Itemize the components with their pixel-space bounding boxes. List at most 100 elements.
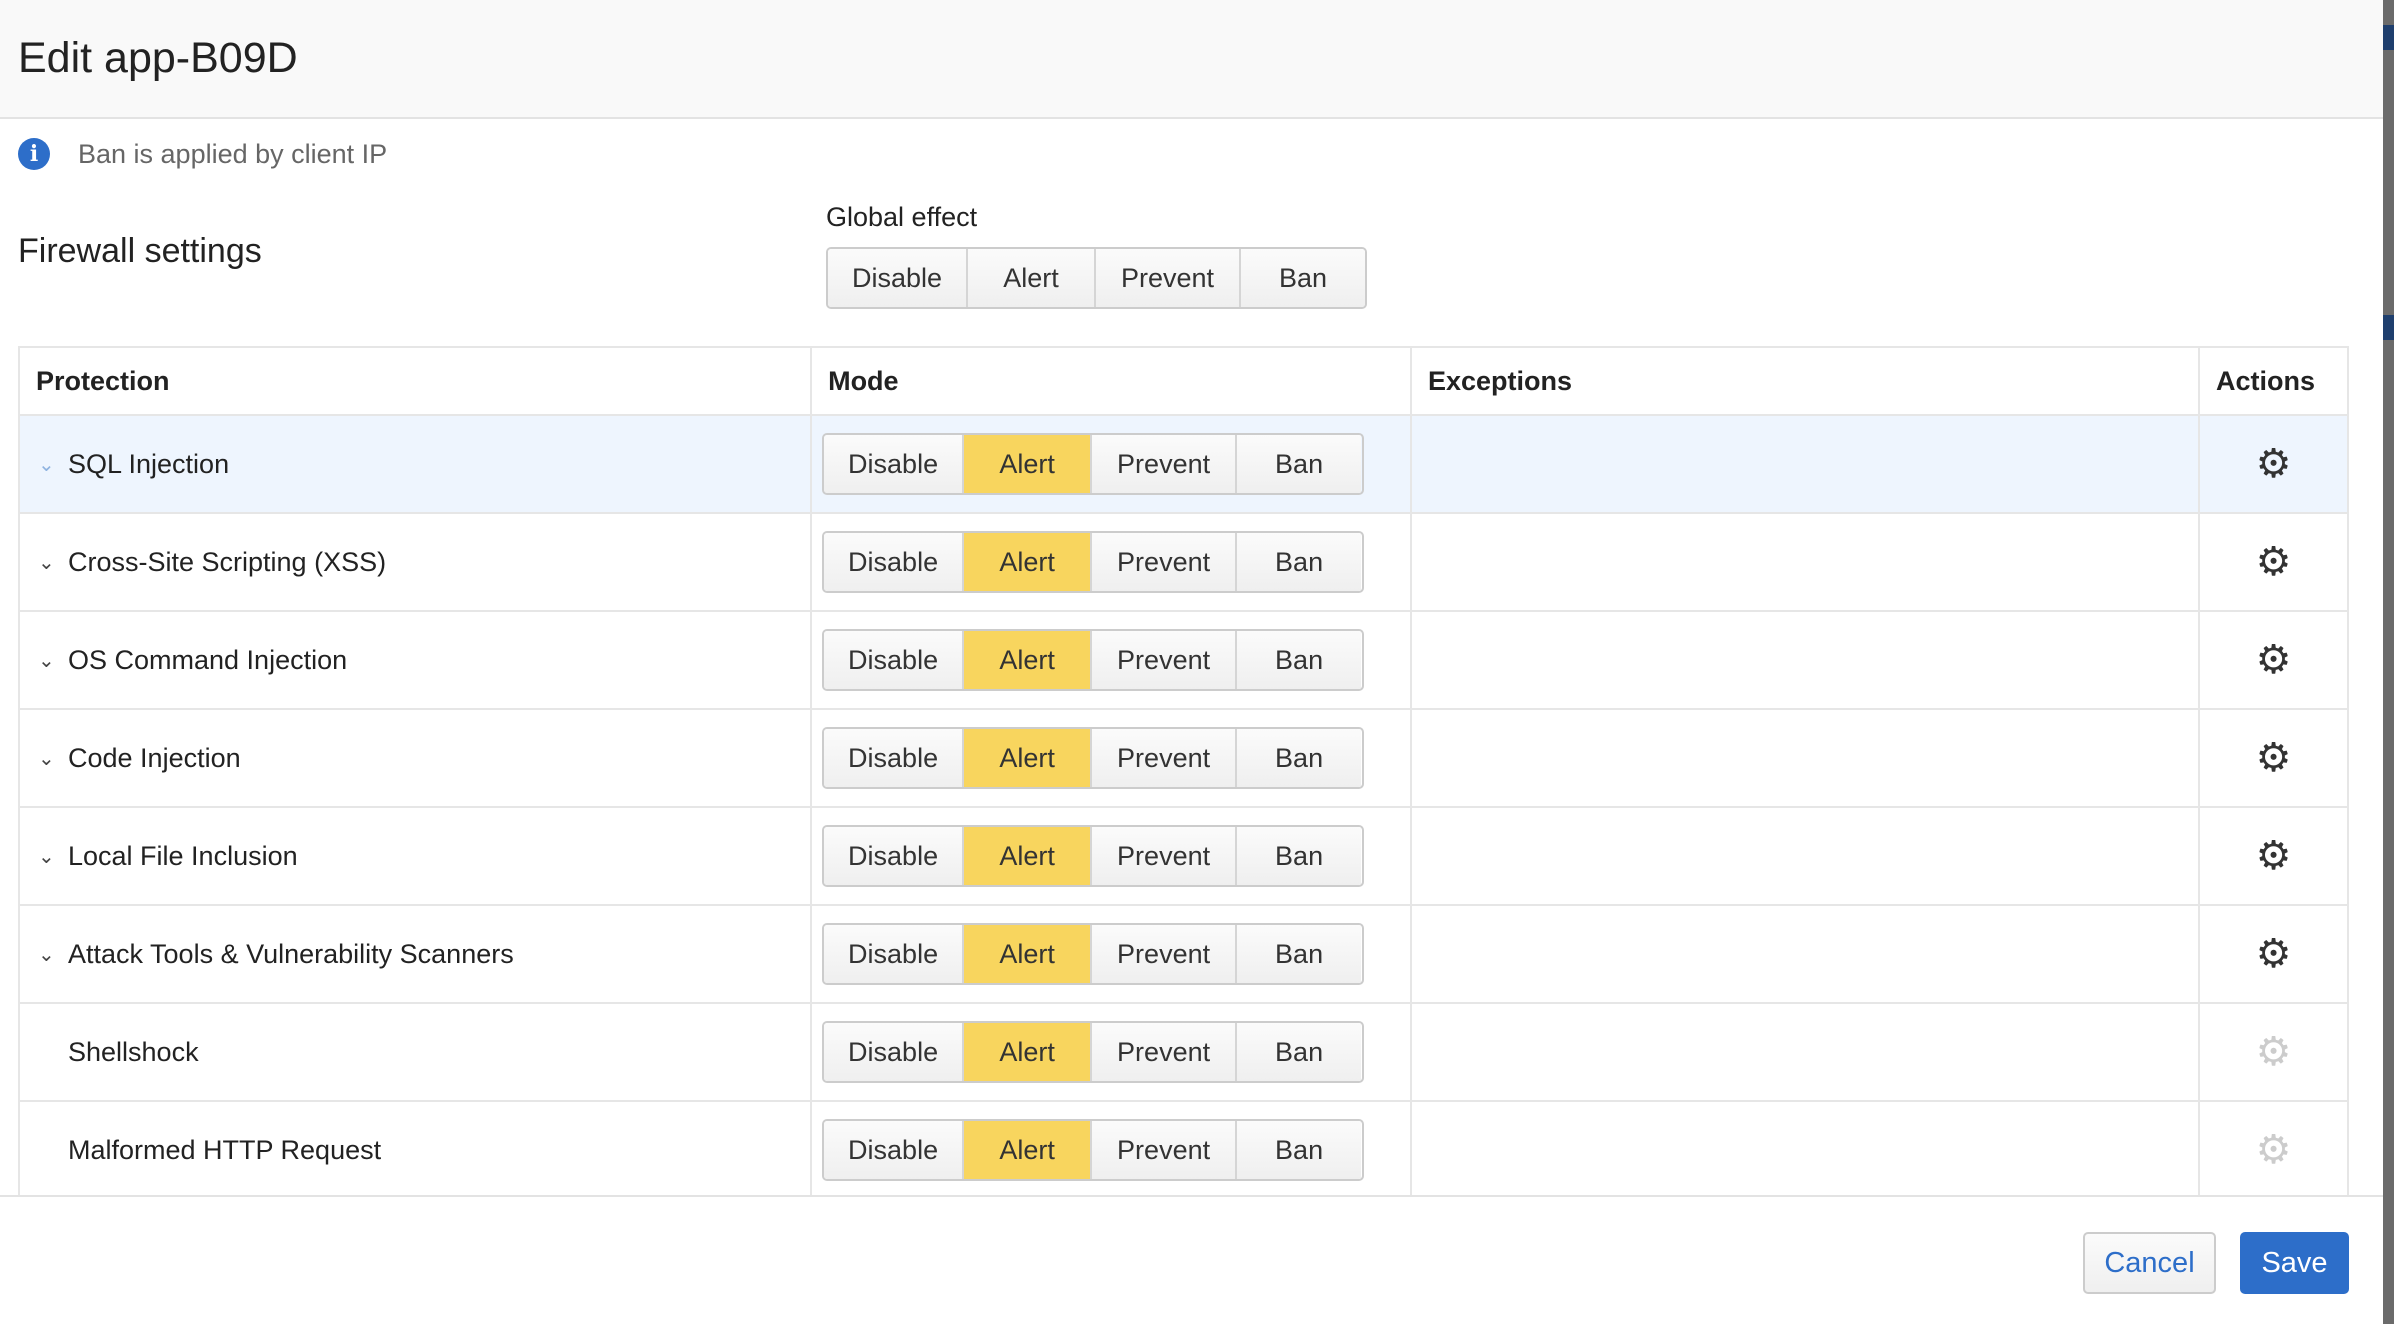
mode-option-alert[interactable]: Alert	[964, 1023, 1093, 1081]
mode-option-alert[interactable]: Alert	[964, 435, 1093, 493]
column-header-exceptions: Exceptions	[1409, 346, 2201, 416]
exceptions-cell	[1409, 414, 2201, 514]
global-prevent-button[interactable]: Prevent	[1096, 249, 1241, 307]
protection-name: SQL Injection	[68, 448, 230, 479]
mode-option-alert[interactable]: Alert	[964, 827, 1093, 885]
column-header-protection: Protection	[17, 346, 813, 416]
mode-option-ban[interactable]: Ban	[1237, 827, 1362, 885]
protection-name: Cross-Site Scripting (XSS)	[68, 546, 387, 577]
exceptions-cell	[1409, 904, 2201, 1004]
mode-option-alert[interactable]: Alert	[964, 729, 1093, 787]
table-row: ⌄ Local File Inclusion Disable Alert Preve…	[17, 806, 2349, 906]
mode-option-prevent[interactable]: Prevent	[1092, 925, 1238, 983]
chevron-down-icon[interactable]: ⌄	[38, 648, 68, 673]
mode-selector: Disable Alert Prevent Ban	[822, 433, 1365, 495]
mode-option-alert[interactable]: Alert	[964, 925, 1093, 983]
mode-option-ban[interactable]: Ban	[1237, 1121, 1362, 1179]
gear-icon[interactable]: ⚙	[2198, 414, 2349, 514]
mode-option-disable[interactable]: Disable	[824, 533, 965, 591]
mode-option-prevent[interactable]: Prevent	[1092, 435, 1238, 493]
modal-footer: Cancel Save	[0, 1195, 2383, 1324]
exceptions-cell	[1409, 1100, 2201, 1200]
mode-option-ban[interactable]: Ban	[1237, 1023, 1362, 1081]
cancel-button[interactable]: Cancel	[2083, 1232, 2216, 1294]
mode-option-disable[interactable]: Disable	[824, 827, 965, 885]
mode-selector: Disable Alert Prevent Ban	[822, 923, 1365, 985]
mode-selector: Disable Alert Prevent Ban	[822, 825, 1365, 887]
table-row: Shellshock Disable Alert Prevent Ban ⚙	[17, 1002, 2349, 1102]
mode-option-alert[interactable]: Alert	[964, 631, 1093, 689]
table-row: ⌄ Attack Tools & Vulnerability Scanners …	[17, 904, 2349, 1004]
mode-option-ban[interactable]: Ban	[1237, 435, 1362, 493]
page-backdrop	[2383, 0, 2394, 1324]
mode-option-prevent[interactable]: Prevent	[1092, 631, 1238, 689]
chevron-down-icon[interactable]: ⌄	[38, 550, 68, 575]
modal-title: Edit app-B09D	[18, 34, 298, 82]
protection-name: Attack Tools & Vulnerability Scanners	[68, 938, 514, 969]
save-button[interactable]: Save	[2240, 1232, 2349, 1294]
global-effect-selector: Disable Alert Prevent Ban	[826, 247, 1367, 309]
protection-name: Local File Inclusion	[68, 840, 298, 871]
table-row: Malformed HTTP Request Disable Alert Preve…	[17, 1100, 2349, 1200]
info-note: i Ban is applied by client IP	[18, 138, 387, 170]
chevron-down-icon[interactable]: ⌄	[38, 746, 68, 771]
mode-option-disable[interactable]: Disable	[824, 1023, 965, 1081]
exceptions-cell	[1409, 806, 2201, 906]
column-header-actions: Actions	[2198, 346, 2349, 416]
edit-app-modal: Edit app-B09D i Ban is applied by client…	[0, 0, 2383, 1324]
info-icon: i	[18, 138, 50, 170]
mode-selector: Disable Alert Prevent Ban	[822, 531, 1365, 593]
gear-icon[interactable]: ⚙	[2198, 806, 2349, 906]
gear-icon[interactable]: ⚙	[2198, 512, 2349, 612]
mode-option-alert[interactable]: Alert	[964, 533, 1093, 591]
modal-header: Edit app-B09D	[0, 0, 2383, 119]
gear-icon[interactable]: ⚙	[2198, 708, 2349, 808]
mode-option-ban[interactable]: Ban	[1237, 729, 1362, 787]
mode-option-prevent[interactable]: Prevent	[1092, 729, 1238, 787]
global-alert-button[interactable]: Alert	[968, 249, 1096, 307]
table-row: ⌄ Code Injection Disable Alert Prevent Ban …	[17, 708, 2349, 808]
gear-icon[interactable]: ⚙	[2198, 904, 2349, 1004]
info-text: Ban is applied by client IP	[78, 138, 388, 169]
mode-option-disable[interactable]: Disable	[824, 925, 965, 983]
mode-selector: Disable Alert Prevent Ban	[822, 727, 1365, 789]
mode-option-ban[interactable]: Ban	[1237, 925, 1362, 983]
protection-name: OS Command Injection	[68, 644, 348, 675]
mode-option-prevent[interactable]: Prevent	[1092, 533, 1238, 591]
table-row: ⌄ SQL Injection Disable Alert Prevent Ban ⚙	[17, 414, 2349, 514]
global-effect-label: Global effect	[826, 202, 978, 232]
table-row: ⌄ Cross-Site Scripting (XSS) Disable Aler…	[17, 512, 2349, 612]
protection-name: Malformed HTTP Request	[68, 1134, 382, 1165]
exceptions-cell	[1409, 1002, 2201, 1102]
exceptions-cell	[1409, 610, 2201, 710]
mode-option-disable[interactable]: Disable	[824, 435, 965, 493]
protection-name: Shellshock	[68, 1036, 199, 1067]
chevron-down-icon[interactable]: ⌄	[38, 942, 68, 967]
mode-selector: Disable Alert Prevent Ban	[822, 629, 1365, 691]
mode-option-prevent[interactable]: Prevent	[1092, 1121, 1238, 1179]
gear-icon: ⚙	[2198, 1100, 2349, 1200]
mode-option-alert[interactable]: Alert	[964, 1121, 1093, 1179]
mode-selector: Disable Alert Prevent Ban	[822, 1021, 1365, 1083]
column-header-mode: Mode	[810, 346, 1412, 416]
mode-option-disable[interactable]: Disable	[824, 631, 965, 689]
chevron-down-icon[interactable]: ⌄	[38, 452, 68, 477]
chevron-down-icon[interactable]: ⌄	[38, 844, 68, 869]
global-ban-button[interactable]: Ban	[1241, 249, 1365, 307]
exceptions-cell	[1409, 512, 2201, 612]
mode-option-prevent[interactable]: Prevent	[1092, 827, 1238, 885]
section-title: Firewall settings	[18, 232, 262, 270]
exceptions-cell	[1409, 708, 2201, 808]
global-disable-button[interactable]: Disable	[828, 249, 968, 307]
mode-selector: Disable Alert Prevent Ban	[822, 1119, 1365, 1181]
mode-option-disable[interactable]: Disable	[824, 729, 965, 787]
protections-table: Protection Mode Exceptions Actions ⌄ SQL…	[17, 346, 2349, 1200]
mode-option-ban[interactable]: Ban	[1237, 631, 1362, 689]
mode-option-ban[interactable]: Ban	[1237, 533, 1362, 591]
gear-icon[interactable]: ⚙	[2198, 610, 2349, 710]
mode-option-prevent[interactable]: Prevent	[1092, 1023, 1238, 1081]
table-row: ⌄ OS Command Injection Disable Alert Preve…	[17, 610, 2349, 710]
mode-option-disable[interactable]: Disable	[824, 1121, 965, 1179]
gear-icon: ⚙	[2198, 1002, 2349, 1102]
protection-name: Code Injection	[68, 742, 241, 773]
